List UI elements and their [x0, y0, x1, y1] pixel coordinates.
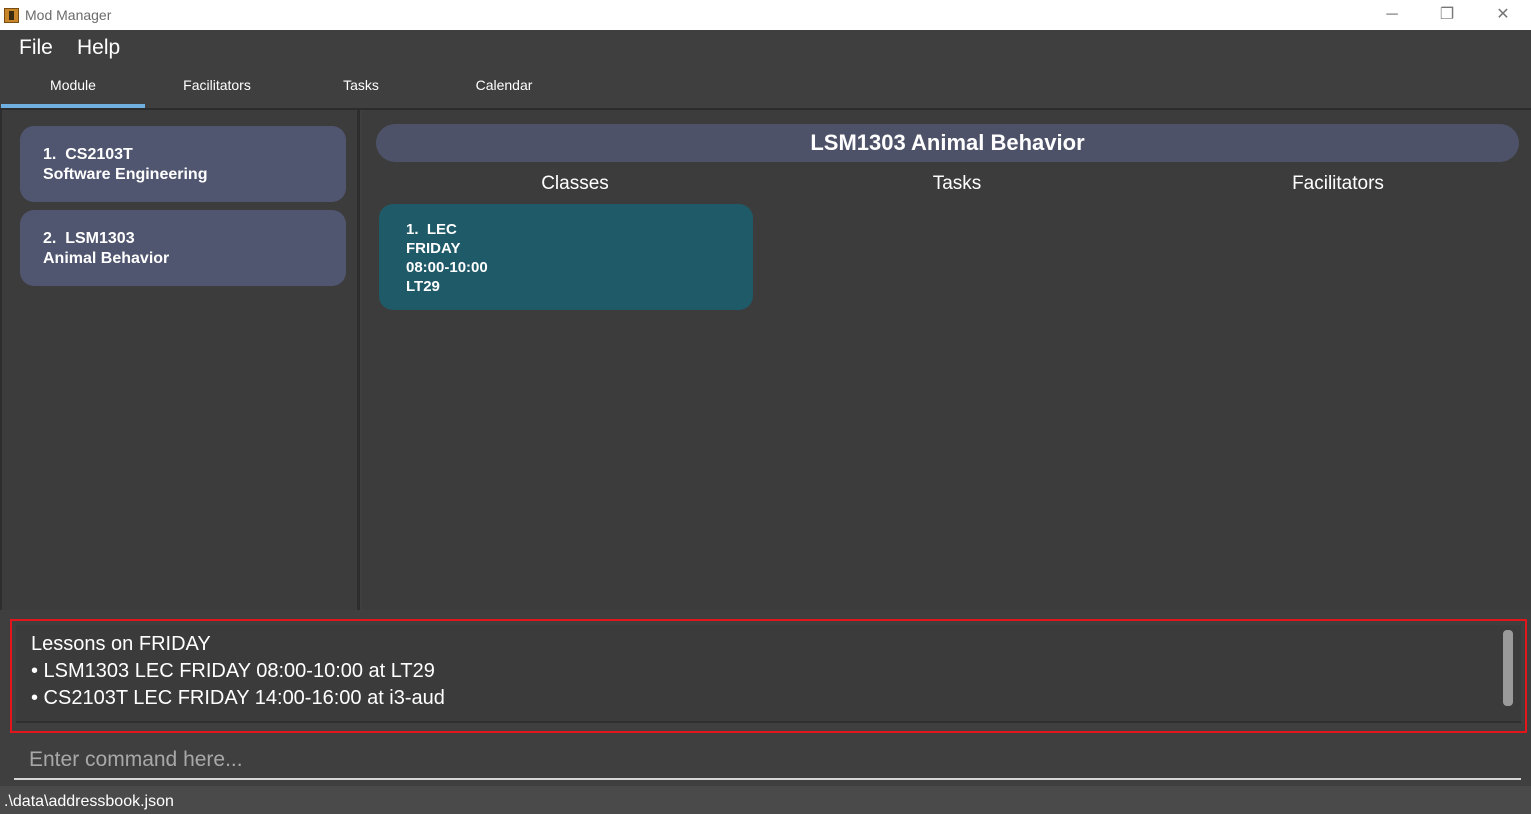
class-card[interactable]: 1. LEC FRIDAY 08:00-10:00 LT29	[379, 204, 753, 310]
result-line: Lessons on FRIDAY	[31, 633, 211, 655]
class-venue: LT29	[406, 278, 440, 295]
module-item-code-line: 1. CS2103T	[43, 145, 346, 165]
module-item-name: Software Engineering	[43, 166, 208, 183]
tab-tasks[interactable]: Tasks	[289, 64, 433, 108]
tab-module[interactable]: Module	[1, 64, 145, 108]
module-detail-panel: LSM1303 Animal Behavior Classes Tasks Fa…	[362, 110, 1531, 610]
window-title: Mod Manager	[25, 7, 112, 23]
class-time: 08:00-10:00	[406, 259, 488, 276]
result-line: • LSM1303 LEC FRIDAY 08:00-10:00 at LT29	[31, 660, 435, 682]
result-display-area: Lessons on FRIDAY • LSM1303 LEC FRIDAY 0…	[0, 610, 1531, 738]
command-box	[0, 738, 1531, 786]
class-index: 1.	[406, 221, 419, 238]
module-list-item[interactable]: 2. LSM1303 Animal Behavior	[20, 210, 346, 286]
tab-calendar[interactable]: Calendar	[432, 64, 576, 108]
maximize-icon[interactable]: ❐	[1424, 0, 1470, 30]
tasks-column-title: Tasks	[932, 173, 982, 194]
result-scrollbar[interactable]	[1503, 630, 1513, 706]
command-input[interactable]	[14, 742, 1521, 780]
class-day: FRIDAY	[406, 240, 461, 257]
module-detail-title: LSM1303 Animal Behavior	[376, 124, 1519, 162]
result-display[interactable]: Lessons on FRIDAY • LSM1303 LEC FRIDAY 0…	[16, 625, 1521, 723]
menu-file[interactable]: File	[19, 36, 53, 60]
title-bar: Mod Manager ─ ❐ ✕	[0, 0, 1531, 30]
minimize-icon[interactable]: ─	[1369, 0, 1415, 30]
module-item-index: 2.	[43, 230, 57, 247]
result-line: • CS2103T LEC FRIDAY 14:00-16:00 at i3-a…	[31, 687, 445, 709]
classes-column-title: Classes	[541, 173, 609, 194]
close-icon[interactable]: ✕	[1480, 0, 1526, 30]
facilitators-column-title: Facilitators	[1292, 173, 1384, 194]
class-type: LEC	[426, 221, 457, 238]
app-icon	[4, 8, 19, 23]
module-item-code: LSM1303	[65, 230, 135, 247]
module-item-code: CS2103T	[65, 146, 133, 163]
result-display-highlight: Lessons on FRIDAY • LSM1303 LEC FRIDAY 0…	[10, 619, 1527, 733]
menu-bar: File Help	[0, 30, 1531, 64]
menu-help[interactable]: Help	[77, 36, 120, 60]
status-bar: .\data\addressbook.json	[0, 786, 1531, 814]
save-file-path: .\data\addressbook.json	[4, 793, 174, 810]
module-item-index: 1.	[43, 146, 57, 163]
module-list-panel: 1. CS2103T Software Engineering 2. LSM13…	[0, 110, 360, 610]
module-list-item[interactable]: 1. CS2103T Software Engineering	[20, 126, 346, 202]
module-item-name: Animal Behavior	[43, 250, 170, 267]
class-type-line: 1. LEC	[406, 220, 753, 239]
tab-bar: Module Facilitators Tasks Calendar	[0, 64, 1531, 110]
tab-facilitators[interactable]: Facilitators	[145, 64, 289, 108]
module-item-code-line: 2. LSM1303	[43, 229, 346, 249]
